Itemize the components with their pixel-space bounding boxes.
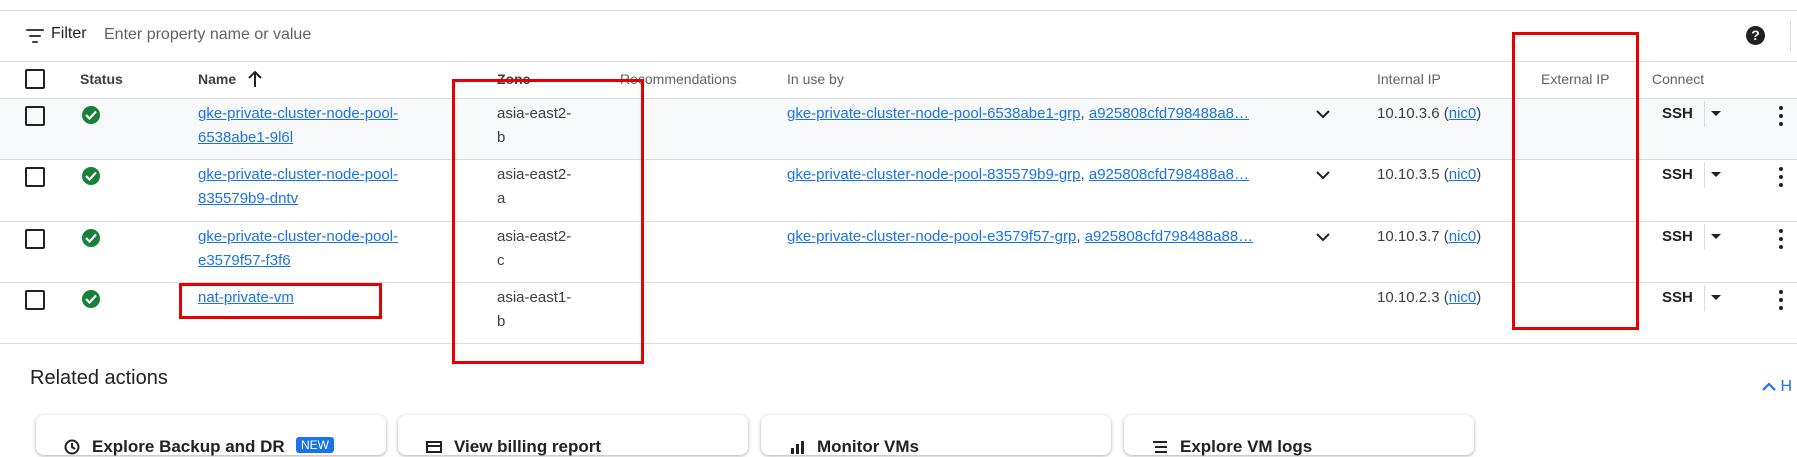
related-card-billing[interactable]: View billing report [398, 415, 748, 456]
internal-ip-value: 10.10.2.3 (nic0) [1377, 289, 1482, 306]
resource-link[interactable]: a925808cfd798488a8… [1089, 166, 1249, 183]
ssh-dropdown-icon[interactable] [1711, 172, 1721, 177]
related-actions-title: Related actions [30, 367, 168, 389]
ssh-button[interactable]: SSH [1662, 289, 1693, 306]
more-actions-icon[interactable] [1779, 229, 1783, 249]
column-connect[interactable]: Connect [1652, 71, 1704, 87]
help-icon[interactable]: ? [1746, 26, 1765, 45]
more-actions-icon[interactable] [1779, 167, 1783, 187]
instance-name-link[interactable]: gke-private-cluster-node-pool-e3579f57-f… [198, 228, 398, 269]
column-in-use-by[interactable]: In use by [787, 71, 844, 87]
internal-ip-value: 10.10.3.7 (nic0) [1377, 228, 1482, 245]
related-card-logs[interactable]: Explore VM logs [1124, 415, 1474, 456]
ssh-separator [1704, 285, 1705, 311]
instance-name: gke-private-cluster-node-pool- 835579b9-d… [198, 163, 428, 211]
instance-group-link[interactable]: gke-private-cluster-node-pool-835579b9-g… [787, 166, 1081, 183]
filter-input[interactable] [104, 23, 704, 47]
zone-value: asia-east1- b [497, 289, 572, 330]
related-card-title: View billing report [454, 437, 602, 456]
row-checkbox[interactable] [25, 229, 45, 249]
row-divider [0, 343, 1797, 344]
column-internal-ip[interactable]: Internal IP [1377, 71, 1441, 87]
nic-link[interactable]: nic0 [1449, 166, 1477, 183]
instance-group-link[interactable]: gke-private-cluster-node-pool-6538abe1-g… [787, 105, 1081, 122]
row-checkbox[interactable] [25, 106, 45, 126]
nic-link[interactable]: nic0 [1449, 228, 1477, 245]
instance-group-link[interactable]: gke-private-cluster-node-pool-e3579f57-g… [787, 228, 1076, 245]
backup-icon [64, 439, 80, 455]
related-card-title: Monitor VMs [817, 437, 919, 456]
sort-ascending-icon[interactable] [248, 70, 262, 88]
logs-icon [1153, 441, 1167, 453]
zone-value: asia-east2- c [497, 228, 572, 269]
in-use-by-value: gke-private-cluster-node-pool-e3579f57-g… [787, 228, 1254, 245]
table-row[interactable]: gke-private-cluster-node-pool- 835579b9-d… [0, 160, 1797, 221]
table-row[interactable]: gke-private-cluster-node-pool- 6538abe1-9… [0, 99, 1797, 160]
in-use-by-value: gke-private-cluster-node-pool-6538abe1-g… [787, 105, 1250, 122]
resource-link[interactable]: a925808cfd798488a8… [1089, 105, 1249, 122]
chevron-down-icon[interactable] [1315, 229, 1331, 245]
ssh-separator [1704, 162, 1705, 188]
related-card-backup[interactable]: Explore Backup and DR NEW [36, 415, 386, 456]
status-running-icon [82, 106, 100, 124]
status-running-icon [82, 167, 100, 185]
instance-name: nat-private-vm [198, 286, 428, 310]
filter-bar: Filter ? [0, 11, 1797, 61]
instance-name: gke-private-cluster-node-pool- 6538abe1-9… [198, 102, 428, 150]
ssh-dropdown-icon[interactable] [1711, 111, 1721, 116]
column-status[interactable]: Status [80, 71, 123, 87]
resource-link[interactable]: a925808cfd798488a88… [1085, 228, 1254, 245]
row-checkbox[interactable] [25, 290, 45, 310]
billing-icon [426, 441, 442, 453]
status-running-icon [82, 229, 100, 247]
ssh-button[interactable]: SSH [1662, 228, 1693, 245]
instance-name: gke-private-cluster-node-pool-e3579f57-f… [198, 225, 428, 273]
filter-label[interactable]: Filter [51, 25, 87, 43]
zone-value: asia-east2- b [497, 105, 572, 146]
new-badge: NEW [296, 437, 334, 453]
toolbar-separator [1790, 21, 1791, 51]
chevron-down-icon[interactable] [1315, 167, 1331, 183]
chevron-down-icon[interactable] [1315, 106, 1331, 122]
column-recommendations[interactable]: Recommendations [620, 71, 737, 87]
hide-related-toggle[interactable]: H [1762, 378, 1792, 396]
monitor-icon [791, 441, 804, 454]
column-external-ip[interactable]: External IP [1541, 71, 1609, 87]
column-name[interactable]: Name [198, 71, 236, 87]
ssh-button[interactable]: SSH [1662, 105, 1693, 122]
internal-ip-value: 10.10.3.6 (nic0) [1377, 105, 1482, 122]
nic-link[interactable]: nic0 [1449, 105, 1477, 122]
ssh-dropdown-icon[interactable] [1711, 234, 1721, 239]
ssh-dropdown-icon[interactable] [1711, 295, 1721, 300]
status-running-icon [82, 290, 100, 308]
related-card-title: Explore Backup and DR [92, 437, 285, 456]
column-zone[interactable]: Zone [497, 71, 530, 87]
instance-name-link[interactable]: gke-private-cluster-node-pool- 835579b9-d… [198, 166, 398, 207]
ssh-separator [1704, 101, 1705, 127]
table-header: Status Name Zone Recommendations In use … [0, 62, 1797, 98]
hide-related-label: H [1780, 378, 1793, 395]
related-card-monitor[interactable]: Monitor VMs [761, 415, 1111, 456]
chevron-up-icon [1762, 382, 1776, 391]
instance-name-link[interactable]: gke-private-cluster-node-pool- 6538abe1-9… [198, 105, 398, 146]
in-use-by-value: gke-private-cluster-node-pool-835579b9-g… [787, 166, 1250, 183]
filter-icon[interactable] [26, 29, 44, 43]
zone-value: asia-east2- a [497, 166, 572, 207]
table-row[interactable]: nat-private-vm asia-east1- b 10.10.2.3 (n… [0, 283, 1797, 344]
more-actions-icon[interactable] [1779, 106, 1783, 126]
table-row[interactable]: gke-private-cluster-node-pool-e3579f57-f… [0, 222, 1797, 283]
select-all-checkbox[interactable] [25, 69, 45, 89]
ssh-button[interactable]: SSH [1662, 166, 1693, 183]
nic-link[interactable]: nic0 [1449, 289, 1477, 306]
instance-name-link[interactable]: nat-private-vm [198, 289, 294, 306]
internal-ip-value: 10.10.3.5 (nic0) [1377, 166, 1482, 183]
ssh-separator [1704, 224, 1705, 250]
row-checkbox[interactable] [25, 167, 45, 187]
related-card-title: Explore VM logs [1180, 437, 1313, 456]
more-actions-icon[interactable] [1779, 290, 1783, 310]
